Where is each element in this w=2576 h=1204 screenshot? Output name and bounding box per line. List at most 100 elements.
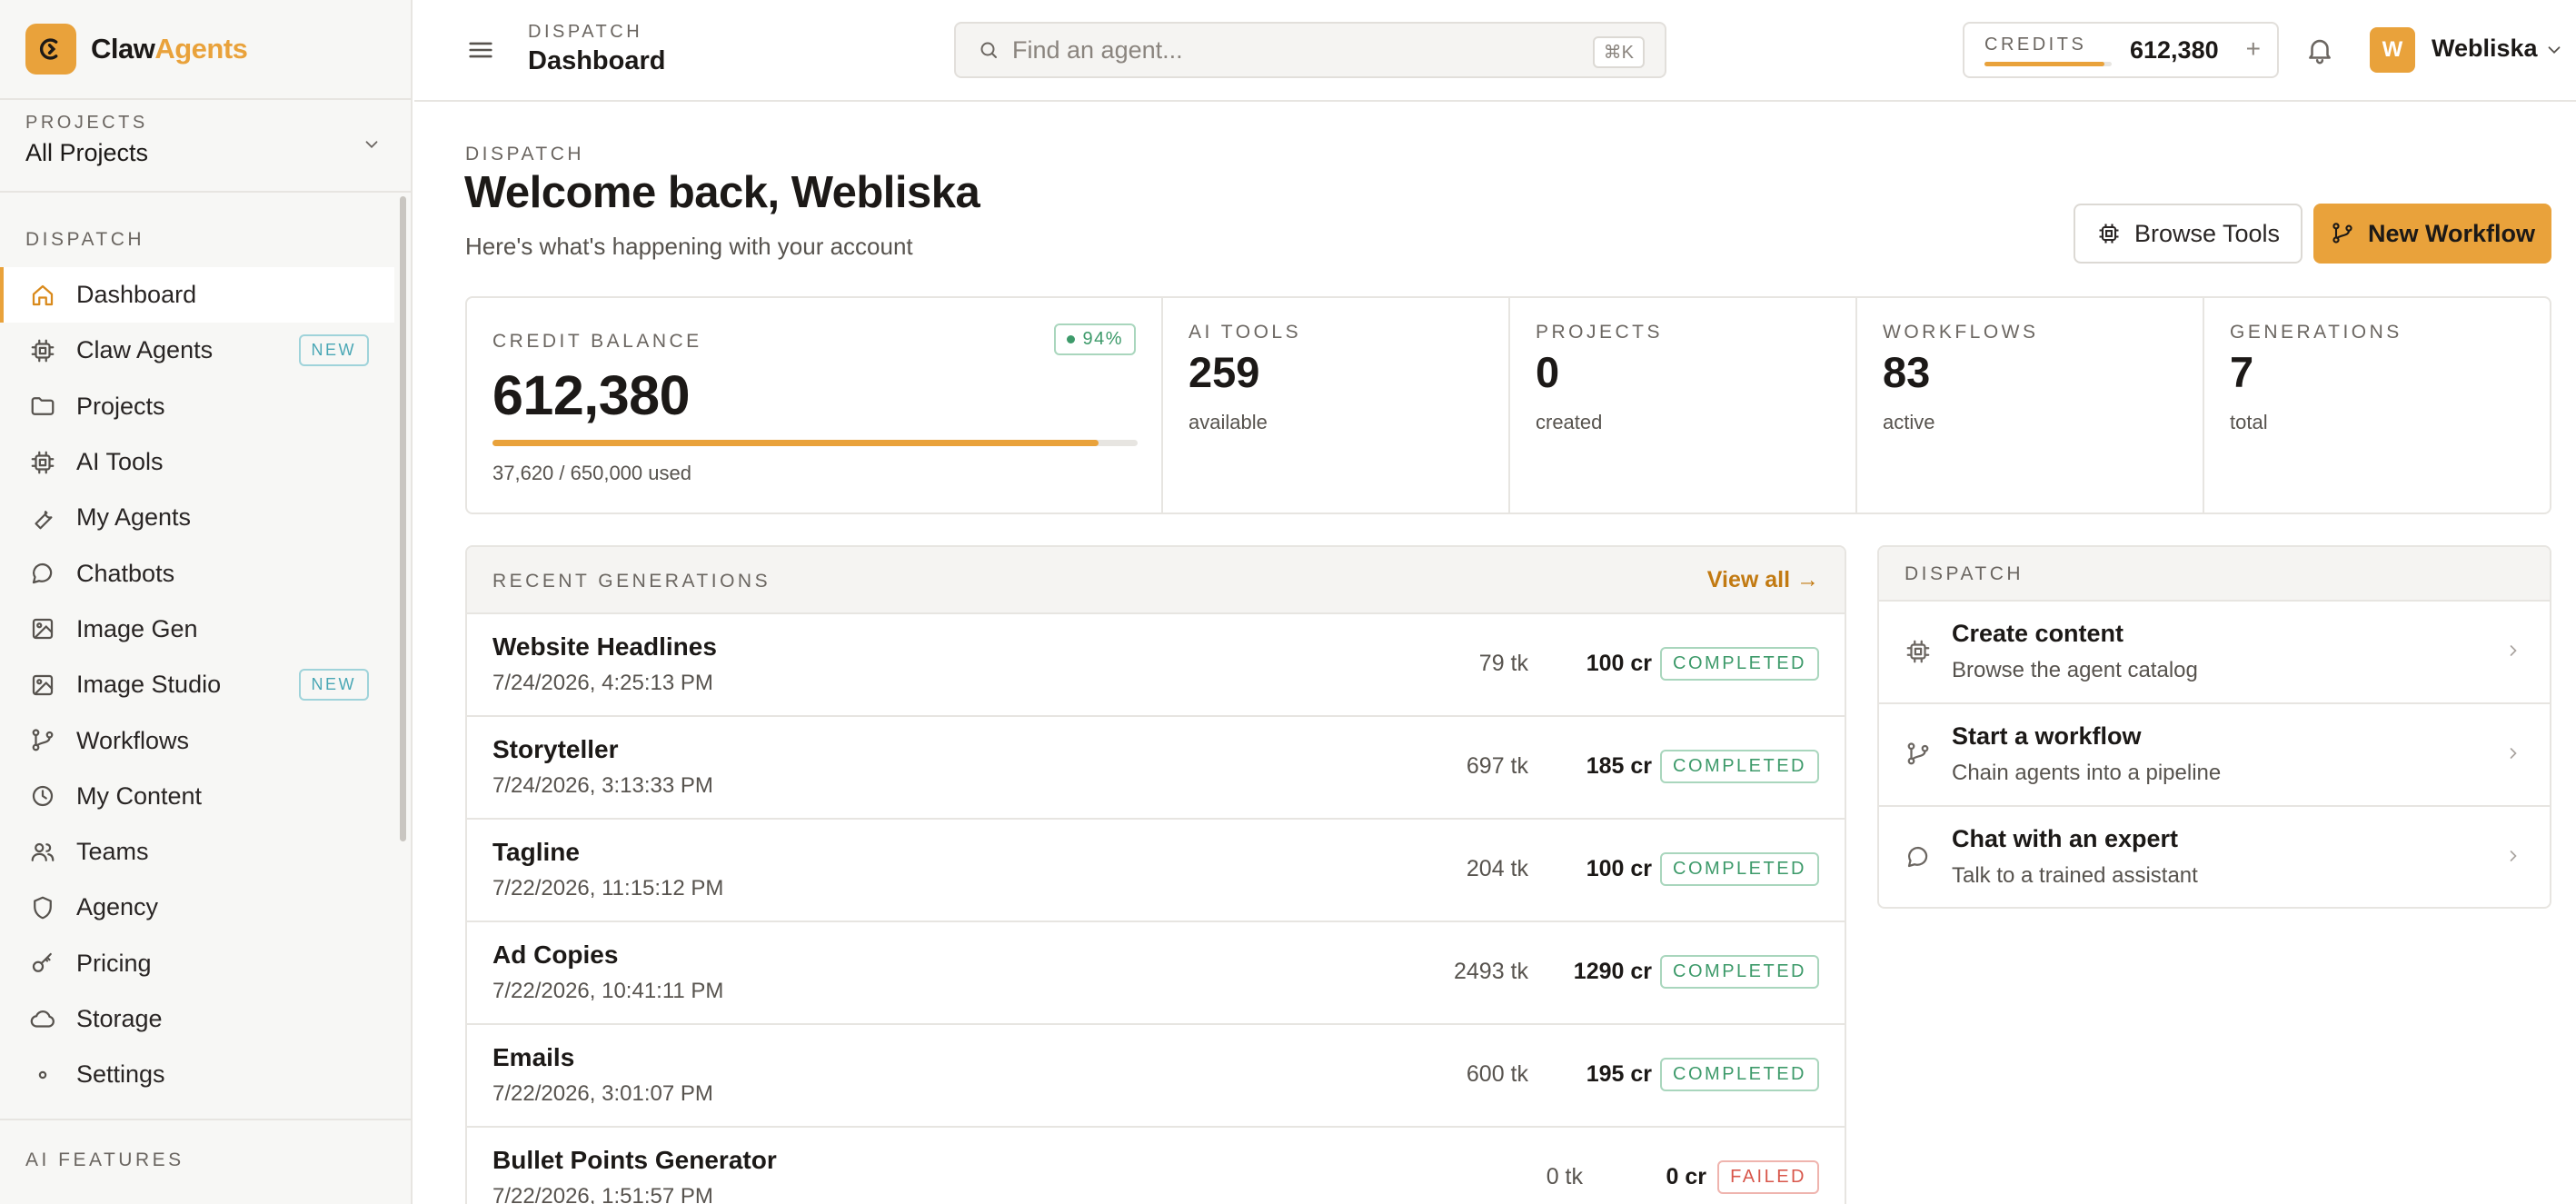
stat-sub: available <box>1189 411 1268 433</box>
recent-generations-header: RECENT GENERATIONS View all → <box>467 547 1845 614</box>
search-input[interactable] <box>1012 35 1557 65</box>
table-row[interactable]: Tagline 7/22/2026, 11:15:12 PM 204 tk 100 c… <box>467 820 1845 922</box>
dispatch-action-create-content[interactable]: Create content Browse the agent catalog <box>1879 602 2550 704</box>
app-root: ClawAgents PROJECTS All Projects DISPATC… <box>0 0 2576 1204</box>
add-credits-button[interactable]: + <box>2246 35 2261 64</box>
generation-name: Website Headlines <box>492 632 717 661</box>
sidebar-item-label: My Agents <box>76 503 192 532</box>
project-selector[interactable]: PROJECTS All Projects <box>0 100 411 193</box>
sidebar-item-settings[interactable]: Settings <box>0 1047 411 1102</box>
generation-name: Emails <box>492 1043 575 1071</box>
table-row[interactable]: Emails 7/22/2026, 3:01:07 PM 600 tk 195 cr C… <box>467 1025 1845 1128</box>
branch-icon <box>27 725 58 756</box>
sidebar-item-claw-agents[interactable]: Claw Agents NEW <box>0 323 411 378</box>
credit-used-text: 37,620 / 650,000 used <box>492 462 691 484</box>
stat-label: GENERATIONS <box>2230 322 2402 343</box>
sidebar-item-image-studio[interactable]: Image Studio NEW <box>0 657 411 712</box>
sidebar-item-pricing[interactable]: Pricing <box>0 936 411 991</box>
chip-icon <box>27 447 58 478</box>
nav-section-dispatch: DISPATCH Dashboard Claw Agents NEW Projects… <box>0 193 411 1204</box>
breadcrumb-eyebrow: DISPATCH <box>528 22 643 42</box>
sidebar-item-label: Projects <box>76 392 165 420</box>
credit-percent-badge: 94% <box>1054 323 1136 355</box>
search-shortcut: ⌘K <box>1592 36 1645 68</box>
sidebar-item-label: Workflows <box>76 726 190 754</box>
chevron-right-icon <box>2510 851 2517 861</box>
new-workflow-button[interactable]: New Workflow <box>2313 204 2551 264</box>
view-all-link[interactable]: View all → <box>1707 567 1819 593</box>
table-row[interactable]: Storyteller 7/24/2026, 3:13:33 PM 697 tk 18… <box>467 717 1845 820</box>
dot-icon <box>38 1070 47 1080</box>
chip-icon <box>1905 638 1932 670</box>
image-icon <box>27 670 58 701</box>
status-badge: COMPLETED <box>1660 852 1819 886</box>
sidebar-item-my-content[interactable]: My Content <box>0 769 411 824</box>
sidebar-item-label: Settings <box>76 1060 165 1089</box>
browse-tools-button[interactable]: Browse Tools <box>2074 204 2302 264</box>
stat-sub: active <box>1883 411 1935 433</box>
sidebar-item-image-gen[interactable]: Image Gen <box>0 602 411 657</box>
image-icon <box>27 1200 58 1204</box>
sidebar-item-chatbots[interactable]: Chatbots <box>0 545 411 601</box>
users-icon <box>27 837 58 868</box>
new-badge: NEW <box>298 334 369 367</box>
stat-card-projects: PROJECTS 0 created <box>1510 298 1857 512</box>
generation-date: 7/22/2026, 1:51:57 PM <box>492 1184 713 1204</box>
sidebar-item-label: Storage <box>76 1005 163 1032</box>
generation-tokens: 600 tk <box>1466 1061 1528 1087</box>
dispatch-action-title: Create content <box>1952 620 2124 647</box>
dispatch-panel-title: DISPATCH <box>1905 563 2024 584</box>
credits-value: 612,380 <box>2130 36 2219 64</box>
chip-icon <box>31 339 55 363</box>
bell-icon[interactable] <box>2304 35 2335 65</box>
dot-icon <box>27 1060 58 1090</box>
sidebar-item-label: Image Gen <box>76 614 198 642</box>
hero-title: Welcome back, Webliska <box>464 168 980 217</box>
sidebar-item-agency[interactable]: Agency <box>0 880 411 935</box>
folder-icon <box>27 391 58 422</box>
sidebar-item-label: AI Tools <box>76 448 164 476</box>
sidebar: ClawAgents PROJECTS All Projects DISPATC… <box>0 0 413 1204</box>
page-title: Dashboard <box>528 46 666 75</box>
sidebar-item-projects[interactable]: Projects <box>0 379 411 434</box>
dispatch-action-start-a-workflow[interactable]: Start a workflow Chain agents into a pipe… <box>1879 704 2550 807</box>
avatar[interactable]: W <box>2370 27 2415 73</box>
search-box[interactable]: ⌘K <box>954 22 1666 78</box>
folder-icon <box>31 397 55 416</box>
breadcrumb: DISPATCH Dashboard <box>528 22 665 76</box>
sidebar-item-teams[interactable]: Teams <box>0 824 411 880</box>
sidebar-item-label: Agency <box>76 893 159 921</box>
chip-icon <box>2099 224 2119 244</box>
sidebar-item-my-agents[interactable]: My Agents <box>0 490 411 545</box>
stat-card-ai-tools: AI TOOLS 259 available <box>1163 298 1510 512</box>
dispatch-action-chat-with-an-expert[interactable]: Chat with an expert Talk to a trained ass… <box>1879 807 2550 907</box>
credit-balance-card: CREDIT BALANCE 94% 612,380 37,620 / 650,… <box>467 298 1163 512</box>
generation-name: Bullet Points Generator <box>492 1146 777 1174</box>
sidebar-item-image-vision[interactable]: Image Vision <box>0 1188 411 1204</box>
stat-card-workflows: WORKFLOWS 83 active <box>1857 298 2204 512</box>
sidebar-item-storage[interactable]: Storage <box>0 991 411 1047</box>
user-name[interactable]: Webliska <box>2432 35 2538 63</box>
table-row[interactable]: Website Headlines 7/24/2026, 4:25:13 PM 79… <box>467 614 1845 717</box>
brand[interactable]: ClawAgents <box>0 0 411 100</box>
status-badge: COMPLETED <box>1660 647 1819 681</box>
generation-name: Tagline <box>492 838 580 866</box>
table-row[interactable]: Bullet Points Generator 7/22/2026, 1:51:5… <box>467 1128 1845 1204</box>
sidebar-scrollbar[interactable] <box>400 196 406 841</box>
credits-widget[interactable]: CREDITS 612,380 + <box>1963 22 2279 78</box>
key-icon <box>32 953 52 973</box>
sidebar-item-dashboard[interactable]: Dashboard <box>0 267 394 323</box>
dispatch-action-title: Chat with an expert <box>1952 825 2179 852</box>
chip-icon <box>1906 640 1930 663</box>
table-row[interactable]: Ad Copies 7/22/2026, 10:41:11 PM 2493 tk 12… <box>467 922 1845 1025</box>
branch-icon <box>32 729 54 751</box>
generation-date: 7/24/2026, 3:13:33 PM <box>492 773 713 798</box>
menu-icon[interactable] <box>465 35 496 65</box>
dispatch-panel-header: DISPATCH <box>1879 547 2550 602</box>
dispatch-action-subtitle: Talk to a trained assistant <box>1952 863 2198 888</box>
stat-card-generations: GENERATIONS 7 total <box>2204 298 2550 512</box>
sidebar-item-ai-tools[interactable]: AI Tools <box>0 434 411 490</box>
generation-credits: 195 cr <box>1586 1061 1652 1087</box>
sidebar-item-workflows[interactable]: Workflows <box>0 712 411 768</box>
chevron-down-icon[interactable] <box>2544 40 2564 60</box>
